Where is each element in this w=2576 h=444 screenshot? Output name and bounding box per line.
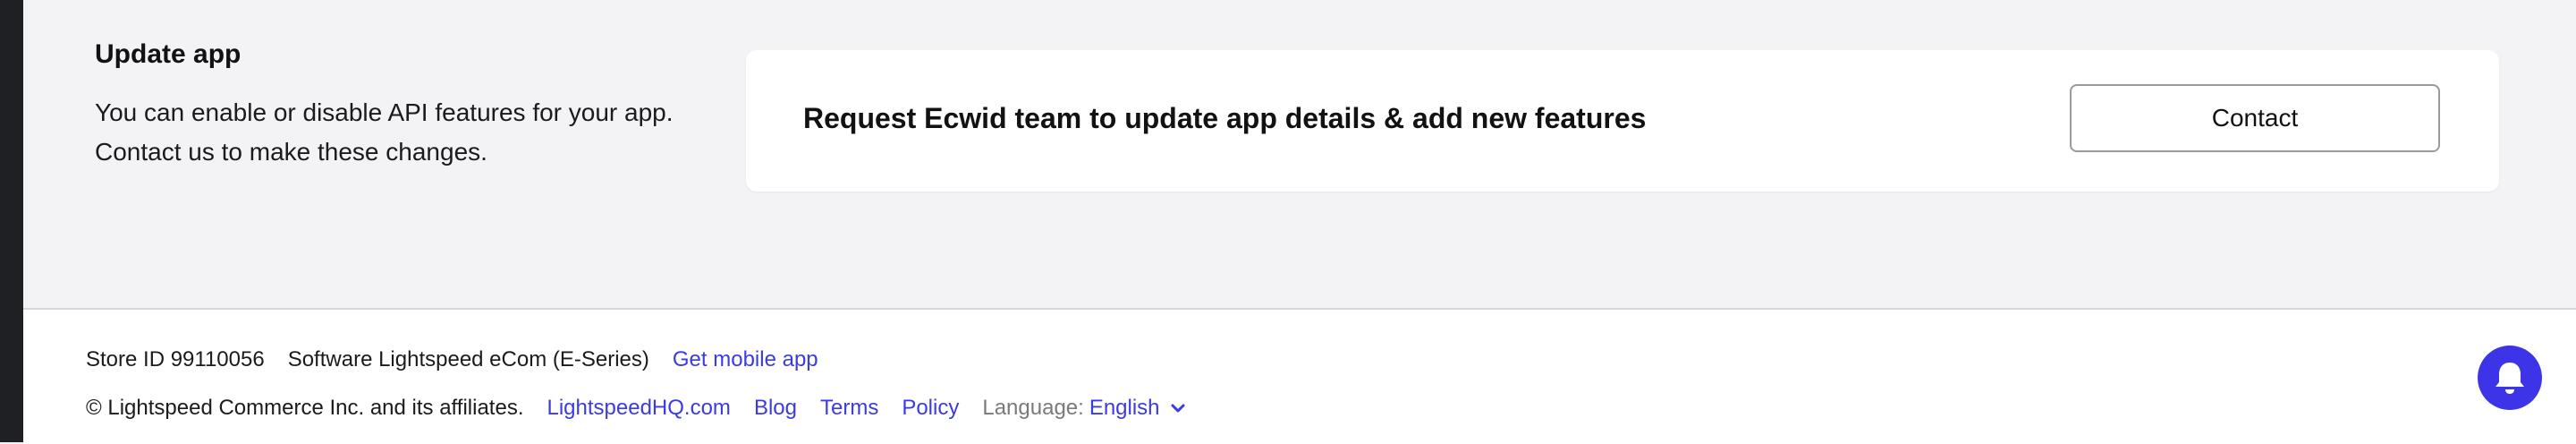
chevron-down-icon [1171, 404, 1185, 413]
sidebar-edge [0, 0, 23, 442]
lightspeedhq-link[interactable]: LightspeedHQ.com [547, 396, 730, 421]
footer-row-links: © Lightspeed Commerce Inc. and its affil… [86, 396, 1187, 421]
section-description: You can enable or disable API features f… [95, 93, 721, 172]
description-line-2: Contact us to make these changes. [95, 138, 487, 166]
blog-link[interactable]: Blog [754, 396, 797, 421]
language-label: Language: [982, 396, 1084, 420]
language-selector[interactable]: English [1089, 396, 1187, 421]
footer-row-store: Store ID 99110056 Software Lightspeed eC… [86, 347, 818, 372]
description-line-1: You can enable or disable API features f… [95, 98, 674, 126]
store-id: Store ID 99110056 [86, 347, 265, 371]
bell-icon [2496, 363, 2524, 394]
section-title: Update app [95, 39, 242, 69]
contact-button[interactable]: Contact [2070, 84, 2440, 152]
footer: Store ID 99110056 Software Lightspeed eC… [23, 308, 2576, 444]
get-mobile-app-link[interactable]: Get mobile app [673, 347, 818, 372]
software-info: Software Lightspeed eCom (E-Series) [287, 347, 649, 371]
language-value: English [1089, 396, 1160, 420]
terms-link[interactable]: Terms [820, 396, 878, 421]
request-card: Request Ecwid team to update app details… [746, 50, 2499, 192]
request-card-text: Request Ecwid team to update app details… [803, 102, 1647, 134]
notifications-button[interactable] [2478, 346, 2542, 410]
copyright: © Lightspeed Commerce Inc. and its affil… [86, 396, 524, 420]
policy-link[interactable]: Policy [902, 396, 959, 421]
